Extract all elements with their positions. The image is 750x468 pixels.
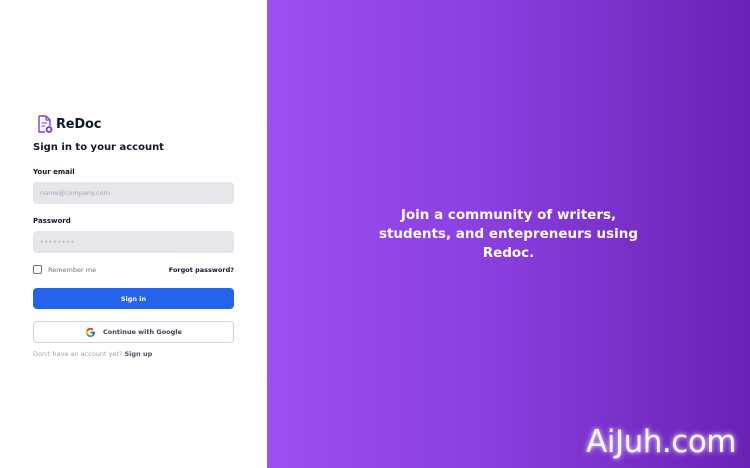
google-sign-in-button[interactable]: Continue with Google bbox=[33, 321, 234, 343]
watermark: AiJuh.com bbox=[586, 424, 736, 460]
google-icon bbox=[85, 327, 96, 337]
brand[interactable]: ReDoc bbox=[37, 115, 101, 134]
document-logo-icon bbox=[38, 115, 53, 133]
remember-checkbox[interactable] bbox=[33, 265, 42, 274]
password-label: Password bbox=[33, 217, 71, 225]
sign-in-button[interactable]: Sign in bbox=[33, 288, 234, 309]
sign-up-link[interactable]: Sign up bbox=[125, 350, 153, 358]
signup-prompt: Don't have an account yet? Sign up bbox=[33, 350, 152, 358]
signup-prompt-text: Don't have an account yet? bbox=[33, 350, 123, 358]
page-title: Sign in to your account bbox=[33, 142, 164, 153]
google-button-label: Continue with Google bbox=[103, 328, 182, 336]
hero-panel: Join a community of writers, students, a… bbox=[267, 0, 750, 468]
login-panel: ReDoc Sign in to your account Your email… bbox=[0, 0, 267, 468]
hero-line-2: students, and entepreneurs using bbox=[378, 226, 639, 242]
forgot-password-link[interactable]: Forgot password? bbox=[169, 266, 234, 274]
password-field[interactable] bbox=[33, 231, 234, 253]
brand-name: ReDoc bbox=[56, 117, 102, 132]
hero-line-1: Join a community of writers, bbox=[400, 207, 617, 223]
email-field[interactable] bbox=[33, 182, 234, 204]
hero-line-3: Redoc. bbox=[482, 245, 535, 261]
remember-label: Remember me bbox=[48, 265, 97, 274]
remember-me[interactable]: Remember me bbox=[33, 265, 96, 274]
email-label: Your email bbox=[33, 168, 75, 176]
hero-tagline: Join a community of writers, students, a… bbox=[267, 206, 750, 263]
